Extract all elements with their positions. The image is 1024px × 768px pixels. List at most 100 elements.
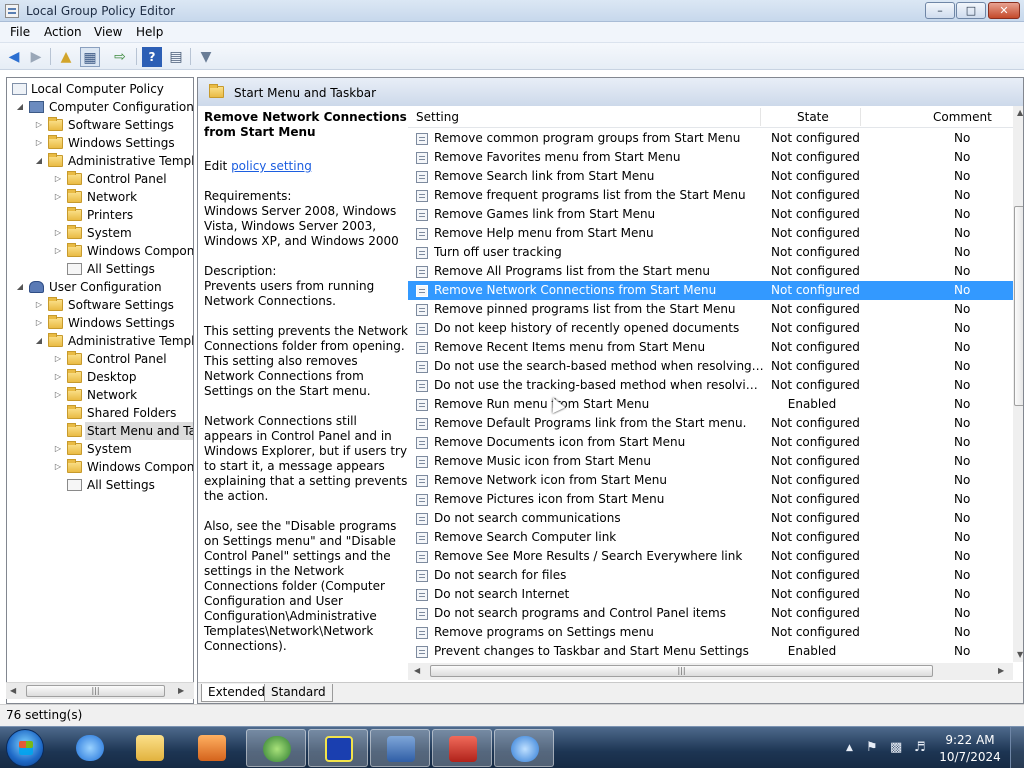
taskbar-internet-explorer[interactable] <box>60 729 120 767</box>
collapse-arrow-icon[interactable]: ◢ <box>15 98 25 116</box>
column-header-setting[interactable]: Setting <box>416 110 459 124</box>
expand-arrow-icon[interactable]: ▷ <box>53 458 63 476</box>
table-row[interactable]: Remove Documents icon from Start Menu Not… <box>408 433 1014 452</box>
up-folder-icon[interactable]: ▲ <box>56 47 76 67</box>
table-row[interactable]: Remove frequent programs list from the S… <box>408 186 1014 205</box>
show-hidden-icons-icon[interactable]: ▲ <box>846 743 853 753</box>
tab-extended[interactable]: Extended <box>201 684 272 702</box>
expand-arrow-icon[interactable]: ▷ <box>53 188 63 206</box>
table-row[interactable]: Do not use the search-based method when … <box>408 357 1014 376</box>
show-hide-console-tree-icon[interactable]: ▦ <box>80 47 100 67</box>
taskbar-server-manager[interactable] <box>370 729 430 767</box>
tree-item[interactable]: ▷ System <box>7 440 193 458</box>
taskbar-media-player[interactable] <box>182 729 242 767</box>
table-row[interactable]: Remove Network Connections from Start Me… <box>408 281 1014 300</box>
volume-icon[interactable]: ♬ <box>914 740 926 755</box>
tree-item[interactable]: ▷ Control Panel <box>7 350 193 368</box>
tree-item[interactable]: Start Menu and Taskb <box>7 422 193 440</box>
tree-horizontal-scrollbar[interactable]: ◀ ||| ▶ <box>6 682 194 699</box>
tree-item[interactable]: ◢ Administrative Templat <box>7 152 193 170</box>
expand-arrow-icon[interactable]: ▷ <box>34 116 44 134</box>
column-divider[interactable] <box>860 108 861 126</box>
table-row[interactable]: Remove Search link from Start Menu Not co… <box>408 167 1014 186</box>
taskbar-network-map[interactable] <box>308 729 368 767</box>
start-button[interactable] <box>6 729 44 767</box>
expand-arrow-icon[interactable]: ▷ <box>34 314 44 332</box>
table-row[interactable]: Remove All Programs list from the Start … <box>408 262 1014 281</box>
scroll-left-arrow-icon[interactable]: ◀ <box>10 686 16 695</box>
table-row[interactable]: Remove pinned programs list from the Sta… <box>408 300 1014 319</box>
tree-item[interactable]: ◢ Administrative Templat <box>7 332 193 350</box>
scroll-right-arrow-icon[interactable]: ▶ <box>998 666 1004 675</box>
tree-item[interactable]: All Settings <box>7 476 193 494</box>
policy-setting-link[interactable]: policy setting <box>231 159 312 173</box>
table-row[interactable]: Remove common program groups from Start … <box>408 129 1014 148</box>
help-icon[interactable]: ? <box>142 47 162 67</box>
scroll-left-arrow-icon[interactable]: ◀ <box>414 666 420 675</box>
table-row[interactable]: Remove Games link from Start Menu Not con… <box>408 205 1014 224</box>
table-row[interactable]: Remove Network icon from Start Menu Not c… <box>408 471 1014 490</box>
show-desktop-button[interactable] <box>1010 727 1024 768</box>
list-horizontal-scrollbar[interactable]: ◀ ||| ▶ <box>408 663 1013 680</box>
expand-arrow-icon[interactable]: ▷ <box>53 350 63 368</box>
settings-list[interactable]: Setting State Comment Remove common prog… <box>408 106 1014 662</box>
expand-arrow-icon[interactable]: ▷ <box>53 170 63 188</box>
table-row[interactable]: Remove Music icon from Start Menu Not con… <box>408 452 1014 471</box>
table-row[interactable]: Do not search Internet Not configured No <box>408 585 1014 604</box>
collapse-arrow-icon[interactable]: ◢ <box>15 278 25 296</box>
tree-item[interactable]: ▷ Windows Compone <box>7 458 193 476</box>
table-row[interactable]: Remove Favorites menu from Start Menu Not… <box>408 148 1014 167</box>
tree-item[interactable]: Printers <box>7 206 193 224</box>
column-divider[interactable] <box>760 108 761 126</box>
scroll-thumb[interactable]: ||| <box>26 685 165 697</box>
table-row[interactable]: Remove Help menu from Start Menu Not conf… <box>408 224 1014 243</box>
expand-arrow-icon[interactable]: ▷ <box>53 368 63 386</box>
scroll-thumb[interactable]: ||| <box>430 665 933 677</box>
table-row[interactable]: Do not search for files Not configured No <box>408 566 1014 585</box>
tab-standard[interactable]: Standard <box>264 684 333 702</box>
table-row[interactable]: Do not search programs and Control Panel… <box>408 604 1014 623</box>
scroll-right-arrow-icon[interactable]: ▶ <box>178 686 184 695</box>
tree-item[interactable]: ▷ Control Panel <box>7 170 193 188</box>
clock-date[interactable]: 10/7/2024 <box>935 750 1005 764</box>
table-row[interactable]: Remove Default Programs link from the St… <box>408 414 1014 433</box>
export-list-icon[interactable]: ⇨ <box>110 47 130 67</box>
filter-icon[interactable]: ▼ <box>196 47 216 67</box>
tree-item[interactable]: ▷ Software Settings <box>7 296 193 314</box>
column-header-comment[interactable]: Comment <box>933 110 992 124</box>
tree-item[interactable]: ▷ Desktop <box>7 368 193 386</box>
tree-item[interactable]: ▷ Network <box>7 386 193 404</box>
list-vertical-scrollbar[interactable]: ▲ ▼ <box>1013 106 1023 662</box>
taskbar-tool[interactable] <box>494 729 554 767</box>
table-row[interactable]: Do not use the tracking-based method whe… <box>408 376 1014 395</box>
tree-item[interactable]: All Settings <box>7 260 193 278</box>
table-row[interactable]: Remove See More Results / Search Everywh… <box>408 547 1014 566</box>
expand-arrow-icon[interactable]: ▷ <box>34 134 44 152</box>
tree-item[interactable]: ▷ Windows Settings <box>7 134 193 152</box>
taskbar-network-globe[interactable] <box>246 729 306 767</box>
clock-time[interactable]: 9:22 AM <box>940 733 1000 747</box>
taskbar-toolbox[interactable] <box>432 729 492 767</box>
properties-icon[interactable]: ▤ <box>166 47 186 67</box>
menu-view[interactable]: View <box>94 25 122 39</box>
table-row[interactable]: Turn off user tracking Not configured No <box>408 243 1014 262</box>
table-row[interactable]: Do not search communications Not configur… <box>408 509 1014 528</box>
network-icon[interactable]: ▩ <box>890 740 902 755</box>
expand-arrow-icon[interactable]: ▷ <box>53 440 63 458</box>
expand-arrow-icon[interactable]: ▷ <box>34 296 44 314</box>
tree-item[interactable]: ▷ Software Settings <box>7 116 193 134</box>
collapse-arrow-icon[interactable]: ◢ <box>34 152 44 170</box>
table-row[interactable]: Remove Pictures icon from Start Menu Not … <box>408 490 1014 509</box>
tree-item[interactable]: ◢ User Configuration <box>7 278 193 296</box>
expand-arrow-icon[interactable]: ▷ <box>53 386 63 404</box>
tree-item[interactable]: ▷ Network <box>7 188 193 206</box>
table-row[interactable]: Prevent changes to Taskbar and Start Men… <box>408 642 1014 661</box>
expand-arrow-icon[interactable]: ▷ <box>53 224 63 242</box>
menu-action[interactable]: Action <box>44 25 82 39</box>
minimize-button[interactable]: – <box>925 2 955 19</box>
table-row[interactable]: Remove Recent Items menu from Start Menu… <box>408 338 1014 357</box>
tree-item[interactable]: ▷ Windows Settings <box>7 314 193 332</box>
scroll-up-arrow-icon[interactable]: ▲ <box>1017 108 1023 117</box>
table-row[interactable]: Remove Run menu from Start Menu Enabled No <box>408 395 1014 414</box>
forward-arrow-icon[interactable]: ▶ <box>26 47 46 67</box>
